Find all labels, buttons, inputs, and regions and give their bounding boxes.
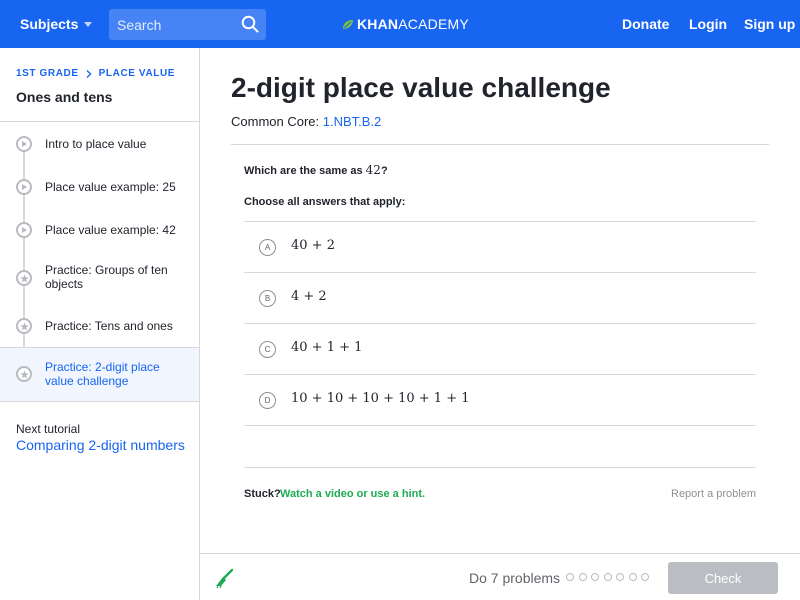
sidebar-item-practice-tens-and-ones[interactable]: Practice: Tens and ones [0, 306, 199, 346]
caret-down-icon [84, 21, 93, 27]
progress-dot [566, 573, 574, 581]
divider [231, 144, 769, 145]
question-text: Which are the same as [244, 165, 363, 177]
top-navigation-bar: Subjects KHANACADEMY Donate Login Sign u… [0, 0, 800, 48]
logo-text-khan: KHAN [357, 16, 399, 32]
hint-link[interactable]: Watch a video or use a hint. [280, 488, 425, 500]
check-answer-button[interactable]: Check [668, 562, 778, 594]
search-box [109, 9, 266, 40]
search-icon[interactable] [241, 15, 259, 33]
video-play-icon [16, 136, 32, 152]
problem-count-label: Do 7 problems [469, 570, 561, 586]
khan-academy-logo[interactable]: KHAN ACADEMY [342, 16, 469, 32]
logo-text-academy: ACADEMY [398, 16, 469, 32]
leaf-icon [343, 19, 353, 29]
tutorial-sidebar: 1ST GRADE PLACE VALUE Ones and tens Intr… [0, 48, 200, 600]
breadcrumb-grade-link[interactable]: 1ST GRADE [16, 68, 79, 79]
sidebar-item-place-value-example-42[interactable]: Place value example: 42 [0, 210, 199, 250]
progress-dot [628, 573, 637, 581]
divider [0, 121, 199, 122]
answer-choice-a[interactable]: A 40 + 2 [244, 221, 756, 272]
signup-link[interactable]: Sign up [744, 16, 795, 32]
sidebar-item-practice-2-digit-challenge[interactable]: Practice: 2-digit place value challenge [0, 347, 199, 402]
choice-letter-badge: A [259, 239, 276, 256]
chevron-right-icon [86, 69, 92, 78]
question-mark: ? [380, 165, 388, 177]
exercise-star-icon [16, 366, 32, 382]
video-play-icon [16, 179, 32, 195]
answer-choice-c[interactable]: C 40 + 1 + 1 [244, 323, 756, 374]
unit-title: Ones and tens [16, 89, 113, 105]
donate-link[interactable]: Donate [622, 16, 669, 32]
sidebar-item-intro-to-place-value[interactable]: Intro to place value [0, 124, 199, 164]
report-problem-link[interactable]: Report a problem [671, 488, 756, 500]
subjects-label: Subjects [20, 16, 79, 32]
choice-expression: 10 + 10 + 10 + 10 + 1 + 1 [291, 391, 470, 406]
stuck-label: Stuck? [244, 488, 281, 500]
exercise-star-icon [16, 270, 32, 286]
common-core-link[interactable]: 1.NBT.B.2 [323, 114, 382, 129]
exercise-star-icon [16, 318, 32, 334]
breadcrumb-topic-link[interactable]: PLACE VALUE [99, 68, 175, 79]
sidebar-item-practice-groups-of-ten[interactable]: Practice: Groups of ten objects [0, 253, 199, 303]
choice-expression: 40 + 2 [291, 238, 335, 253]
answer-choice-b[interactable]: B 4 + 2 [244, 272, 756, 323]
progress-dot [603, 573, 612, 581]
progress-dot [616, 573, 624, 581]
subjects-menu-button[interactable]: Subjects [20, 16, 93, 32]
progress-dots [566, 573, 654, 581]
answer-instruction: Choose all answers that apply: [244, 196, 406, 208]
answer-choice-d[interactable]: D 10 + 10 + 10 + 10 + 1 + 1 [244, 374, 756, 425]
sidebar-item-label: Practice: 2-digit place value challenge [45, 360, 160, 388]
next-tutorial-link[interactable]: Comparing 2-digit numbers [16, 437, 185, 453]
question-number: 42 [365, 163, 381, 177]
breadcrumb: 1ST GRADE PLACE VALUE [16, 68, 175, 79]
progress-dot [591, 573, 599, 581]
question-prompt: Which are the same as 42? [244, 163, 388, 177]
choice-expression: 4 + 2 [291, 289, 327, 304]
sidebar-item-label: Intro to place value [45, 137, 147, 151]
choice-letter-badge: C [259, 341, 276, 358]
sidebar-item-label: Place value example: 25 [45, 180, 176, 194]
common-core-standard: Common Core: 1.NBT.B.2 [231, 114, 381, 129]
sidebar-item-label: Place value example: 42 [45, 223, 176, 237]
choice-letter-badge: B [259, 290, 276, 307]
choice-letter-badge: D [259, 392, 276, 409]
sidebar-item-label: Practice: Tens and ones [45, 319, 173, 333]
exercise-footer: Do 7 problems Check [200, 553, 800, 600]
search-input[interactable] [109, 9, 234, 40]
sidebar-item-label: Practice: Groups of ten objects [45, 263, 168, 291]
next-tutorial-label: Next tutorial [16, 422, 81, 436]
divider [244, 467, 756, 468]
common-core-label: Common Core: [231, 114, 320, 129]
divider [244, 425, 756, 426]
login-link[interactable]: Login [689, 16, 727, 32]
broom-icon[interactable] [213, 567, 235, 589]
sidebar-item-place-value-example-25[interactable]: Place value example: 25 [0, 167, 199, 207]
choice-expression: 40 + 1 + 1 [291, 340, 363, 355]
progress-dot [578, 573, 587, 581]
video-play-icon [16, 222, 32, 238]
page-title: 2-digit place value challenge [231, 72, 611, 103]
progress-dot [641, 573, 649, 581]
